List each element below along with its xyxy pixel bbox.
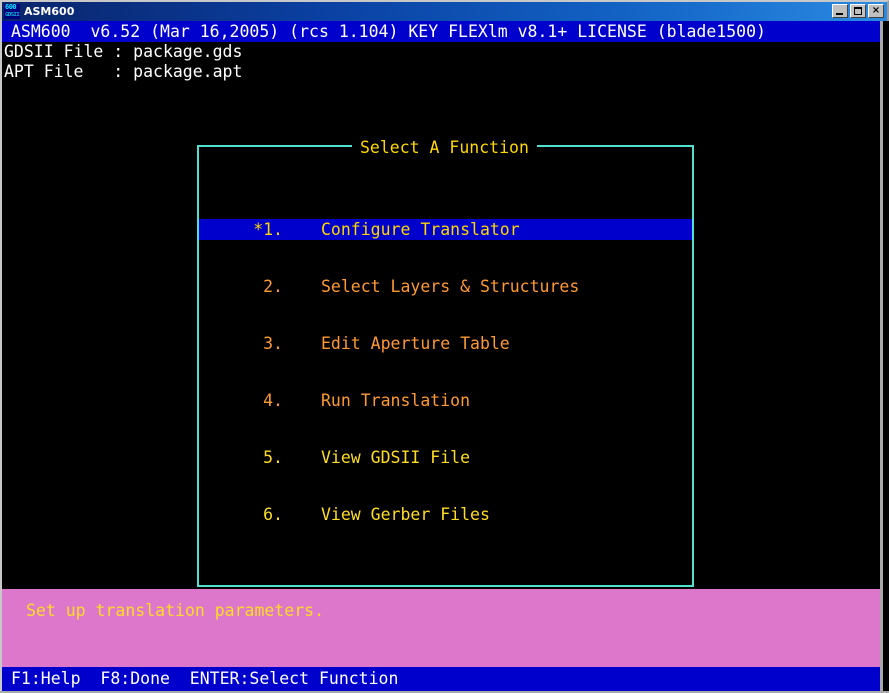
version-banner: ASM600 v6.52 (Mar 16,2005) (rcs 1.104) K… bbox=[2, 21, 880, 42]
function-key-bar: F1:Help F8:Done ENTER:Select Function bbox=[2, 667, 880, 691]
window-titlebar[interactable]: 600 GDSII ASM600 × bbox=[0, 0, 889, 21]
menu-item-number: 6. bbox=[263, 504, 283, 524]
terminal-client-area: ASM600 v6.52 (Mar 16,2005) (rcs 1.104) K… bbox=[2, 21, 883, 691]
window-controls: × bbox=[832, 4, 884, 18]
apt-file-line: APT File : package.apt bbox=[4, 62, 243, 81]
asm600-app-icon: 600 GDSII bbox=[4, 4, 20, 19]
menu-item-view-gdsii-file[interactable]: 5. View GDSII File bbox=[199, 447, 692, 468]
maximize-button[interactable] bbox=[850, 4, 866, 18]
app-icon-top-text: 600 bbox=[5, 4, 17, 11]
minimize-button[interactable] bbox=[832, 4, 848, 18]
menu-item-edit-aperture-table[interactable]: 3. Edit Aperture Table bbox=[199, 333, 692, 354]
menu-item-label: Configure Translator bbox=[321, 219, 520, 239]
menu-item-label: View GDSII File bbox=[321, 447, 471, 467]
menu-item-number: 2. bbox=[263, 276, 283, 296]
menu-item-number: *1. bbox=[253, 219, 283, 239]
menu-item-configure-translator[interactable]: *1. Configure Translator bbox=[199, 219, 692, 240]
application-window: 600 GDSII ASM600 × ASM600 v6.52 (Mar 16,… bbox=[0, 0, 889, 693]
menu-item-number: 4. bbox=[263, 390, 283, 410]
hint-message-bar: Set up translation parameters. bbox=[2, 589, 880, 667]
menu-item-label: View Gerber Files bbox=[321, 504, 490, 524]
function-key-bar-text: F1:Help F8:Done ENTER:Select Function bbox=[11, 669, 399, 688]
hint-message-text: Set up translation parameters. bbox=[26, 601, 325, 620]
menu-item-label: Edit Aperture Table bbox=[321, 333, 510, 353]
function-menu-title: Select A Function bbox=[352, 138, 537, 158]
menu-item-select-layers-structures[interactable]: 2. Select Layers & Structures bbox=[199, 276, 692, 297]
menu-item-number: 3. bbox=[263, 333, 283, 353]
menu-item-number: 5. bbox=[263, 447, 283, 467]
file-info-block: GDSII File : package.gds APT File : pack… bbox=[2, 42, 242, 82]
close-button[interactable]: × bbox=[868, 4, 884, 18]
menu-item-view-gerber-files[interactable]: 6. View Gerber Files bbox=[199, 504, 692, 525]
window-title: ASM600 bbox=[24, 5, 75, 18]
menu-item-run-translation[interactable]: 4. Run Translation bbox=[199, 390, 692, 411]
function-menu-panel: *1. Configure Translator 2. Select Layer… bbox=[197, 145, 694, 587]
gdsii-file-line: GDSII File : package.gds bbox=[4, 42, 243, 61]
menu-item-label: Run Translation bbox=[321, 390, 471, 410]
app-icon-bottom-text: GDSII bbox=[5, 11, 20, 18]
close-icon: × bbox=[871, 4, 881, 16]
version-banner-text: ASM600 v6.52 (Mar 16,2005) (rcs 1.104) K… bbox=[11, 21, 766, 41]
menu-item-label: Select Layers & Structures bbox=[321, 276, 580, 296]
